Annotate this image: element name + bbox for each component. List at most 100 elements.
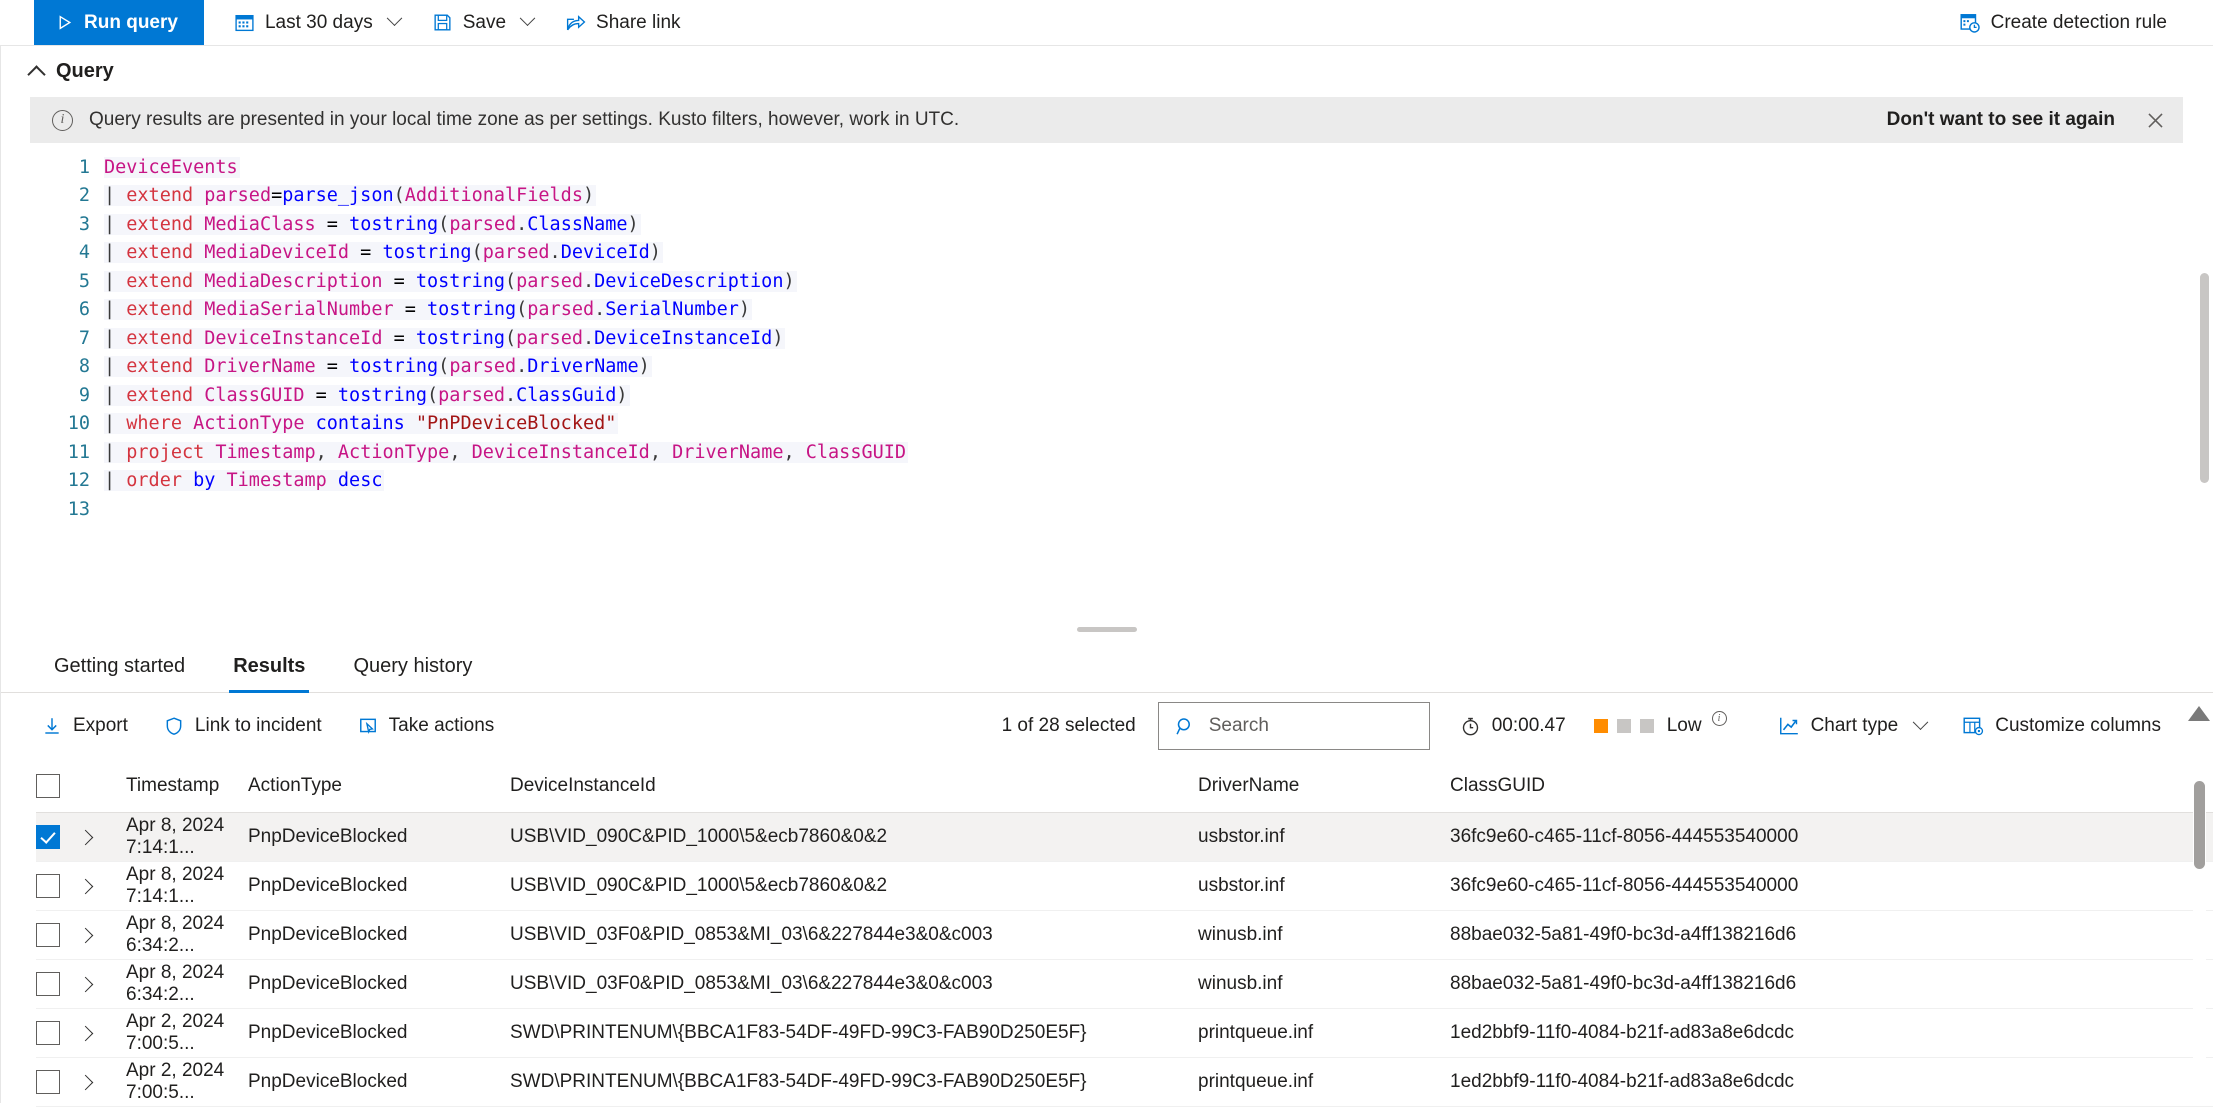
column-header-timestamp[interactable]: Timestamp xyxy=(126,775,248,797)
code-line-text: DeviceEvents xyxy=(104,156,240,178)
row-checkbox[interactable] xyxy=(36,874,60,898)
table-row[interactable]: Apr 8, 2024 7:14:1... PnpDeviceBlocked USB… xyxy=(36,862,2213,911)
row-checkbox[interactable] xyxy=(36,923,60,947)
code-line[interactable]: 8 | extend DriverName = tostring(parsed.D… xyxy=(0,353,2213,382)
row-checkbox[interactable] xyxy=(36,1070,60,1094)
results-scroll-thumb[interactable] xyxy=(2193,781,2205,869)
results-scroll-track[interactable] xyxy=(2192,729,2206,1103)
select-all-checkbox[interactable] xyxy=(36,773,60,798)
editor-vertical-scrollbar[interactable] xyxy=(2198,273,2211,563)
code-line[interactable]: 1 DeviceEvents xyxy=(0,153,2213,182)
play-icon xyxy=(56,14,73,31)
cell-classguid: 88bae032-5a81-49f0-bc3d-a4ff138216d6 xyxy=(1450,973,1797,994)
take-actions-button[interactable]: Take actions xyxy=(340,715,513,737)
chevron-right-icon[interactable] xyxy=(77,976,94,992)
select-all-cell xyxy=(36,773,80,798)
row-checkbox[interactable] xyxy=(36,972,60,996)
code-token: extend xyxy=(126,327,205,349)
create-detection-rule-button[interactable]: Create detection rule xyxy=(1943,12,2183,34)
editor-scroll-thumb[interactable] xyxy=(2200,273,2209,483)
close-icon[interactable] xyxy=(2137,102,2173,138)
save-button[interactable]: Save xyxy=(416,0,549,45)
chevron-right-icon[interactable] xyxy=(77,1025,94,1041)
code-token: order xyxy=(126,470,194,492)
chevron-right-icon[interactable] xyxy=(77,927,94,943)
row-checkbox[interactable] xyxy=(36,1021,60,1045)
chevron-right-icon[interactable] xyxy=(77,878,94,894)
toolbar-left-group: Run query Last 30 days Save Share link xyxy=(0,0,697,45)
table-row[interactable]: Apr 8, 2024 7:14:1... PnpDeviceBlocked USB… xyxy=(36,813,2213,862)
code-token: extend xyxy=(126,270,205,292)
results-vertical-scrollbar[interactable] xyxy=(2188,700,2210,1103)
cell-timestamp: Apr 8, 2024 6:34:2... xyxy=(126,962,225,1005)
chevron-right-icon[interactable] xyxy=(77,1074,94,1090)
code-line[interactable]: 12 | order by Timestamp desc xyxy=(0,467,2213,496)
row-select-cell xyxy=(36,923,80,947)
code-token: DeviceInstanceId xyxy=(204,327,383,349)
code-token: DeviceDescription xyxy=(594,270,784,292)
export-button[interactable]: Export xyxy=(36,715,146,737)
table-row[interactable]: Apr 8, 2024 6:34:2... PnpDeviceBlocked USB… xyxy=(36,960,2213,1009)
cell-actiontype: PnpDeviceBlocked xyxy=(248,924,408,945)
code-line[interactable]: 7 | extend DeviceInstanceId = tostring(pa… xyxy=(0,324,2213,353)
table-row[interactable]: Apr 2, 2024 7:00:5... PnpDeviceBlocked SWD… xyxy=(36,1009,2213,1058)
line-number: 7 xyxy=(78,327,90,349)
column-header-actiontype[interactable]: ActionType xyxy=(248,775,510,797)
severity-info-icon[interactable]: i xyxy=(1711,710,1727,726)
code-line[interactable]: 4 | extend MediaDeviceId = tostring(parse… xyxy=(0,239,2213,268)
column-header-classguid[interactable]: ClassGUID xyxy=(1450,775,2213,797)
row-expand-cell xyxy=(77,927,126,943)
severity-block-3 xyxy=(1639,719,1654,733)
code-line[interactable]: 2 | extend parsed=parse_json(AdditionalFi… xyxy=(0,182,2213,211)
code-token: DeviceId xyxy=(560,242,650,264)
code-token: = xyxy=(382,270,416,292)
code-token: ActionType xyxy=(337,441,450,463)
tab-getting-started[interactable]: Getting started xyxy=(36,655,203,692)
cell-deviceinstanceid: USB\VID_090C&PID_1000\5&ecb7860&0&2 xyxy=(510,875,888,896)
code-line[interactable]: 3 | extend MediaClass = tostring(parsed.C… xyxy=(0,210,2213,239)
code-token: . xyxy=(516,356,528,378)
customize-columns-button[interactable]: Customize columns xyxy=(1944,715,2179,737)
kql-query-editor[interactable]: 1 DeviceEvents 2 | extend parsed=parse_json… xyxy=(0,143,2213,623)
results-toolbar: Export Link to incident Take actions 1 o… xyxy=(0,693,2213,759)
column-header-deviceinstanceid[interactable]: DeviceInstanceId xyxy=(510,775,1198,797)
cell-drivername: winusb.inf xyxy=(1198,924,1283,945)
code-token: ) xyxy=(616,384,628,406)
scroll-up-arrow-icon[interactable] xyxy=(2188,706,2210,721)
share-link-button[interactable]: Share link xyxy=(549,0,697,45)
column-header-drivername[interactable]: DriverName xyxy=(1198,775,1450,797)
line-number: 12 xyxy=(67,470,90,492)
chart-type-button[interactable]: Chart type xyxy=(1760,713,1945,737)
code-line[interactable]: 13 xyxy=(0,495,2213,524)
splitter-handle[interactable] xyxy=(1076,626,1137,632)
code-token: . xyxy=(549,242,561,264)
code-line[interactable]: 11 | project Timestamp, ActionType, Devic… xyxy=(0,438,2213,467)
row-select-cell xyxy=(36,1070,80,1094)
run-query-button[interactable]: Run query xyxy=(34,0,204,45)
row-checkbox[interactable] xyxy=(36,825,60,849)
export-label: Export xyxy=(73,715,128,736)
info-icon: i xyxy=(52,109,73,131)
dont-want-to-see-again-button[interactable]: Don't want to see it again xyxy=(1871,109,2131,131)
code-line[interactable]: 10 | where ActionType contains "PnPDevice… xyxy=(0,410,2213,439)
code-token: SerialNumber xyxy=(605,299,739,321)
code-token: Timestamp xyxy=(215,441,316,463)
table-row[interactable]: Apr 2, 2024 7:00:5... PnpDeviceBlocked SWD… xyxy=(36,1058,2213,1107)
code-token: Timestamp xyxy=(226,470,338,492)
code-line[interactable]: 9 | extend ClassGUID = tostring(parsed.Cl… xyxy=(0,381,2213,410)
time-range-picker[interactable]: Last 30 days xyxy=(218,0,416,45)
panel-splitter[interactable] xyxy=(0,624,2213,634)
link-to-incident-button[interactable]: Link to incident xyxy=(146,715,340,737)
code-line[interactable]: 6 | extend MediaSerialNumber = tostring(p… xyxy=(0,296,2213,325)
query-section-toggle[interactable]: Query xyxy=(0,46,2213,97)
code-token: . xyxy=(594,299,606,321)
tab-results[interactable]: Results xyxy=(215,655,323,693)
code-line[interactable]: 5 | extend MediaDescription = tostring(pa… xyxy=(0,267,2213,296)
chevron-right-icon[interactable] xyxy=(77,829,94,845)
code-token: , xyxy=(449,441,472,463)
table-row[interactable]: Apr 8, 2024 6:34:2... PnpDeviceBlocked USB… xyxy=(36,911,2213,960)
search-input[interactable]: Search xyxy=(1157,702,1430,750)
code-token: by xyxy=(193,470,227,492)
row-expand-cell xyxy=(77,976,126,992)
tab-query-history[interactable]: Query history xyxy=(335,655,490,692)
